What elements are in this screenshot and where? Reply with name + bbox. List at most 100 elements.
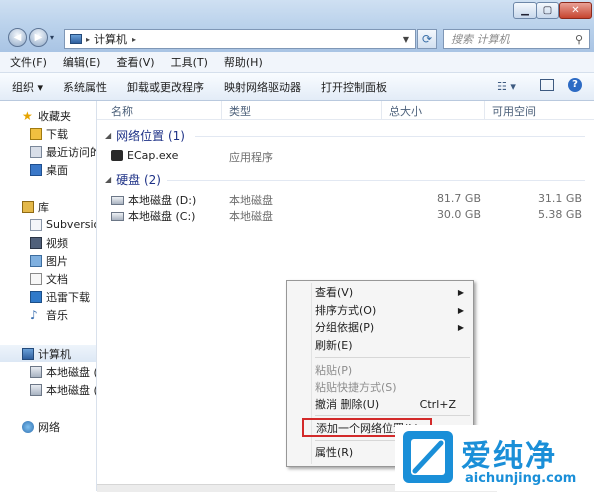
item-type: 本地磁盘	[229, 194, 273, 207]
breadcrumb-chevron-icon[interactable]: ▸	[86, 35, 90, 44]
column-divider[interactable]	[484, 101, 485, 119]
system-properties-button[interactable]: 系统属性	[53, 79, 117, 95]
view-options-icon[interactable]: ☷ ▾	[497, 80, 516, 93]
breadcrumb-computer[interactable]: 计算机	[94, 31, 127, 47]
close-button[interactable]: ✕	[559, 2, 592, 19]
list-item[interactable]: ECap.exe 应用程序	[97, 148, 594, 165]
nav-libraries[interactable]: 库	[0, 198, 96, 215]
document-icon	[30, 272, 42, 285]
item-name: ECap.exe	[111, 149, 178, 162]
nav-label: 本地磁盘 (C	[46, 365, 96, 379]
address-dropdown-icon[interactable]: ▼	[403, 35, 409, 44]
column-type[interactable]: 类型	[229, 103, 251, 119]
document-library-icon	[30, 218, 42, 231]
video-library-icon	[30, 236, 42, 249]
desktop-icon	[30, 163, 42, 176]
menu-separator	[315, 357, 470, 358]
nav-subversion[interactable]: Subversion	[0, 216, 96, 233]
breadcrumb-chevron-icon[interactable]: ▸	[132, 35, 136, 44]
collapse-icon[interactable]: ◢	[105, 131, 111, 140]
computer-icon	[22, 347, 34, 360]
context-item-label: 排序方式(O)	[315, 304, 377, 317]
nav-label: Subversion	[46, 218, 96, 231]
nav-disk-d[interactable]: 本地磁盘 (D	[0, 381, 96, 398]
context-item-label: 分组依据(P)	[315, 321, 375, 334]
back-button[interactable]: ◀	[8, 28, 27, 47]
forward-button[interactable]: ▶	[29, 28, 48, 47]
column-divider[interactable]	[221, 101, 222, 119]
computer-icon	[70, 34, 82, 44]
nav-downloads[interactable]: 下载	[0, 125, 96, 142]
nav-videos[interactable]: 视频	[0, 234, 96, 251]
nav-documents[interactable]: 文档	[0, 270, 96, 287]
list-item[interactable]: 本地磁盘 (C:) 本地磁盘 30.0 GB 5.38 GB	[97, 207, 594, 224]
map-network-drive-button[interactable]: 映射网络驱动器	[214, 79, 311, 95]
organize-button[interactable]: 组织 ▾	[0, 79, 53, 95]
item-total-size: 81.7 GB	[436, 192, 481, 205]
context-item-label: 撤消 删除(U)	[315, 398, 380, 411]
item-name-text: 本地磁盘 (C:)	[128, 210, 196, 223]
nav-computer[interactable]: 计算机	[0, 345, 96, 362]
help-icon[interactable]: ?	[568, 78, 582, 92]
group-divider	[195, 136, 585, 137]
context-item-undo-delete[interactable]: 撤消 删除(U) Ctrl+Z	[290, 395, 470, 413]
nav-label: 音乐	[46, 308, 68, 322]
refresh-button[interactable]: ⟳	[417, 29, 437, 49]
nav-desktop[interactable]: 桌面	[0, 161, 96, 178]
maximize-icon: ▢	[542, 5, 553, 16]
history-dropdown-icon[interactable]: ▾	[50, 33, 54, 42]
group-header-network[interactable]: ◢ 网络位置 (1)	[105, 127, 185, 144]
address-bar[interactable]: ▸ 计算机 ▸ ▼	[64, 29, 416, 49]
search-input[interactable]: 搜索 计算机 ⚲	[443, 29, 590, 49]
context-item-view[interactable]: 查看(V) ▶	[290, 283, 470, 301]
nav-disk-c[interactable]: 本地磁盘 (C	[0, 363, 96, 380]
group-header-drives[interactable]: ◢ 硬盘 (2)	[105, 171, 161, 188]
menu-tools[interactable]: 工具(T)	[161, 54, 214, 70]
uninstall-program-button[interactable]: 卸载或更改程序	[117, 79, 214, 95]
context-item-label: 属性(R)	[315, 446, 354, 459]
context-item-group[interactable]: 分组依据(P) ▶	[290, 318, 470, 336]
nav-thunder-downloads[interactable]: 迅雷下载	[0, 288, 96, 305]
nav-network[interactable]: 网络	[0, 418, 96, 435]
column-total-size[interactable]: 总大小	[389, 103, 422, 119]
nav-recent[interactable]: 最近访问的	[0, 143, 97, 160]
nav-music[interactable]: ♪ 音乐	[0, 306, 96, 323]
folder-icon	[30, 127, 42, 140]
open-control-panel-button[interactable]: 打开控制面板	[311, 79, 397, 95]
menu-file[interactable]: 文件(F)	[0, 54, 53, 70]
collapse-icon[interactable]: ◢	[105, 175, 111, 184]
nav-label: 桌面	[46, 163, 68, 177]
column-free-space[interactable]: 可用空间	[492, 103, 536, 119]
thunder-icon	[30, 290, 42, 303]
column-divider[interactable]	[381, 101, 382, 119]
submenu-arrow-icon: ▶	[457, 322, 464, 332]
minimize-button[interactable]: ▁	[513, 2, 537, 19]
submenu-arrow-icon: ▶	[457, 287, 464, 297]
context-item-paste[interactable]: 粘贴(P)	[290, 361, 470, 379]
preview-pane-icon[interactable]	[540, 79, 554, 91]
menu-edit[interactable]: 编辑(E)	[53, 54, 107, 70]
menu-help[interactable]: 帮助(H)	[214, 54, 269, 70]
nav-favorites[interactable]: ★ 收藏夹	[0, 107, 96, 124]
nav-label: 下载	[46, 127, 68, 141]
watermark-url: aichunjing.com	[465, 471, 577, 486]
column-headers: 名称 类型 总大小 可用空间	[97, 101, 594, 120]
item-name-text: ECap.exe	[127, 149, 179, 162]
menu-separator	[315, 415, 470, 416]
column-name[interactable]: 名称	[111, 103, 133, 119]
nav-label: 最近访问的	[46, 145, 97, 159]
recent-places-icon	[30, 145, 42, 158]
submenu-arrow-icon: ▶	[457, 305, 464, 315]
maximize-button[interactable]: ▢	[536, 2, 559, 19]
context-item-sort[interactable]: 排序方式(O) ▶	[290, 301, 470, 319]
windows-drive-icon	[111, 211, 124, 221]
item-type: 本地磁盘	[229, 210, 273, 223]
context-item-paste-shortcut[interactable]: 粘贴快捷方式(S)	[290, 378, 470, 396]
windows-drive-icon	[30, 365, 42, 378]
context-item-refresh[interactable]: 刷新(E)	[290, 336, 470, 354]
nav-pictures[interactable]: 图片	[0, 252, 96, 269]
list-item[interactable]: 本地磁盘 (D:) 本地磁盘 81.7 GB 31.1 GB	[97, 191, 594, 208]
item-name-text: 本地磁盘 (D:)	[128, 194, 197, 207]
menu-view[interactable]: 查看(V)	[106, 54, 160, 70]
item-free-space: 5.38 GB	[537, 208, 582, 221]
